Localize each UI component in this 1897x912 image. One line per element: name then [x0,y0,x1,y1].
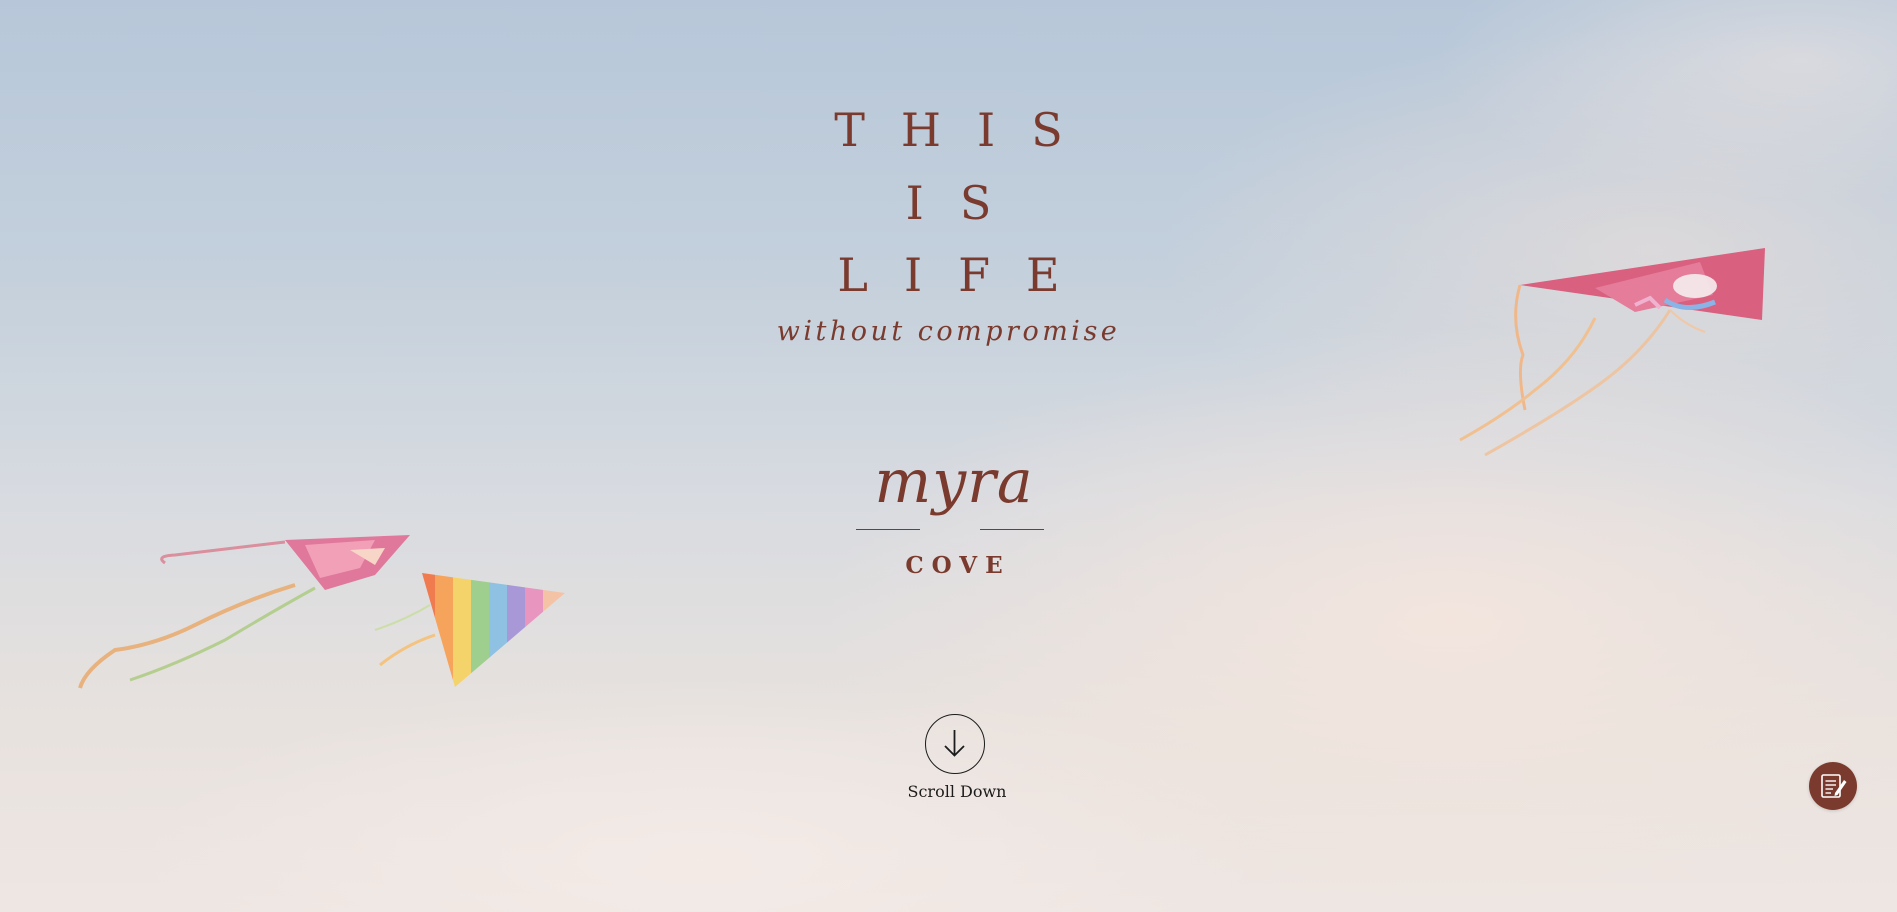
headline-line-1: THIS [834,103,1099,157]
myra-cove-logo[interactable]: myra COVE [849,452,1059,582]
arrow-down-icon [944,730,965,757]
logo-script-text: myra [874,447,1034,517]
scroll-circle[interactable] [925,714,985,774]
headline-line-3: LIFE [837,248,1096,302]
logo-word-text: COVE [905,552,1011,579]
logo-rule-right [980,529,1044,530]
notepad-edit-icon [1821,774,1847,798]
hero-section: THIS IS LIFE without compromise myra COV… [0,0,1897,912]
logo-rule-left [856,529,920,530]
scroll-down-label: Scroll Down [907,782,1007,801]
hero-subtitle: without compromise [776,316,1121,347]
floating-action-button[interactable] [1809,762,1857,810]
scroll-down-button[interactable]: Scroll Down [898,712,1016,807]
headline-line-2: IS [905,176,1028,230]
